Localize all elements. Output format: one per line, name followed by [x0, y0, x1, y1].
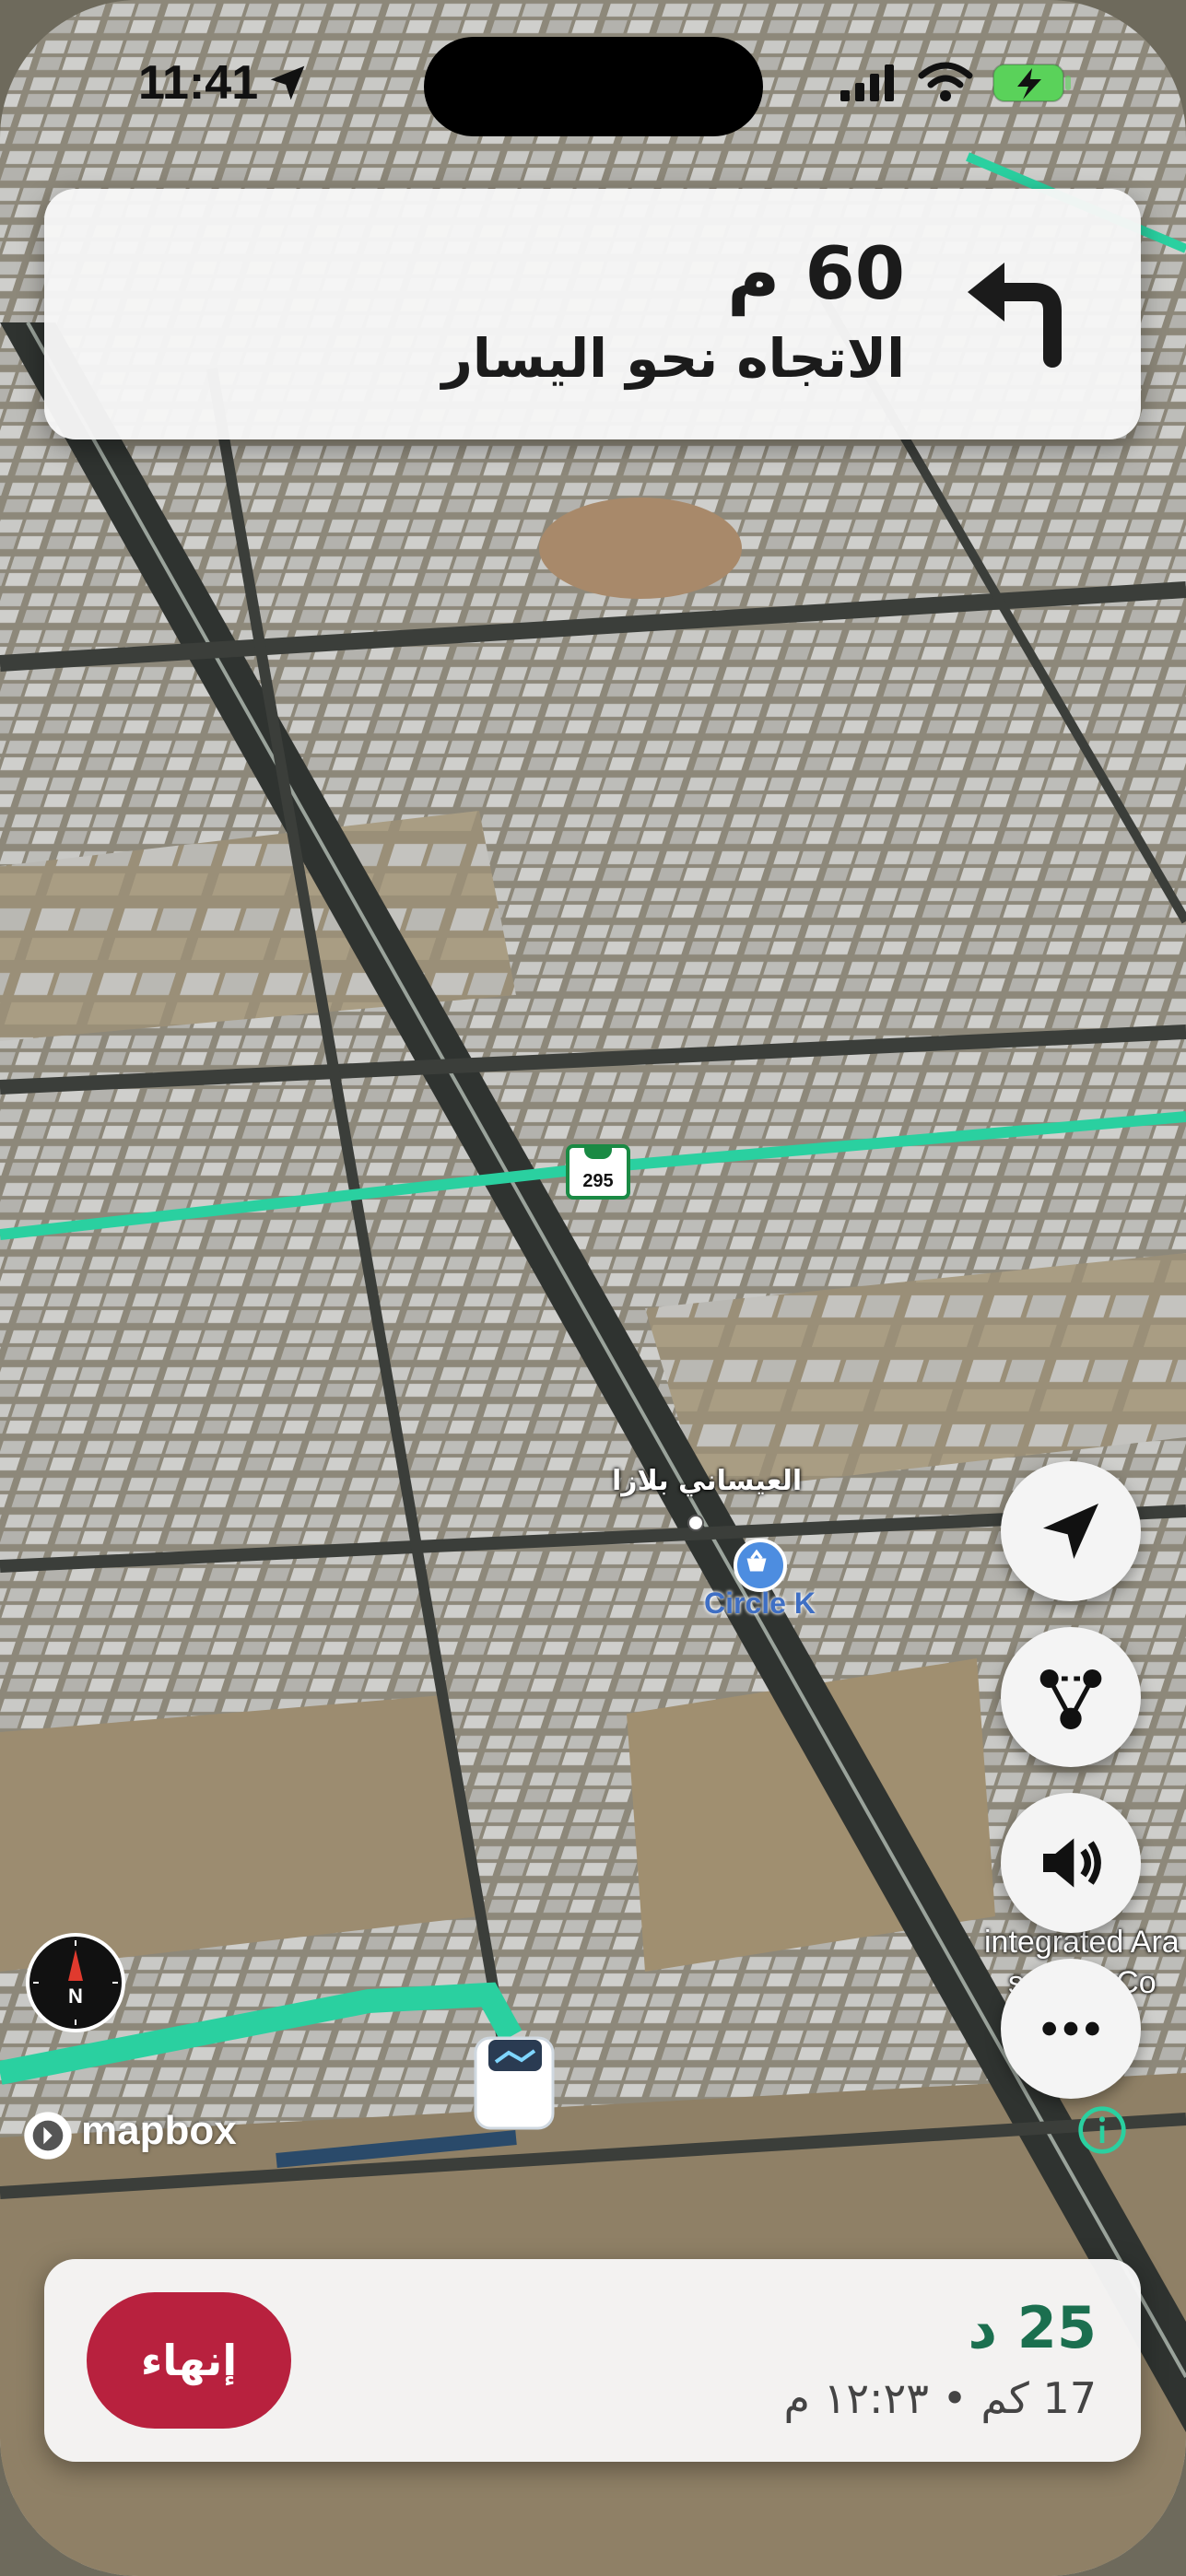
recenter-button[interactable]	[1001, 1461, 1141, 1601]
status-time: 11:41	[138, 56, 259, 110]
dynamic-island	[424, 37, 763, 136]
mapbox-text: mapbox	[81, 2108, 237, 2153]
status-bar: 11:41	[0, 0, 1186, 175]
poi-dot-icon[interactable]	[687, 1515, 704, 1531]
navigation-screen: 11:41 60 م الاتجاه نحو اليسار 295 العيسا…	[0, 0, 1186, 2576]
store-basket-icon[interactable]	[734, 1539, 787, 1592]
compass-north-label: N	[68, 1985, 83, 2008]
compass[interactable]: N	[26, 1933, 125, 2032]
trip-summary-panel: إنهاء 25 د 17 كم • ١٢:٢٣ م	[44, 2259, 1141, 2462]
instruction-banner[interactable]: 60 م الاتجاه نحو اليسار	[44, 189, 1141, 439]
store-label[interactable]: Circle K	[704, 1587, 816, 1621]
recenter-icon	[1043, 1504, 1098, 1559]
maneuver-instruction: الاتجاه نحو اليسار	[441, 327, 905, 390]
mapbox-logo-icon	[24, 2112, 72, 2160]
battery-charging-icon	[992, 64, 1071, 102]
poi-label[interactable]: العيساني بلازا	[612, 1465, 802, 1497]
signal-icon	[840, 64, 894, 101]
eta-minutes: 25 د	[968, 2294, 1097, 2361]
sound-button[interactable]	[1001, 1793, 1141, 1933]
end-navigation-button[interactable]: إنهاء	[87, 2292, 291, 2429]
maneuver-distance: 60 م	[727, 233, 905, 316]
eta-details: 17 كم • ١٢:٢٣ م	[783, 2373, 1098, 2423]
route-overview-icon	[1039, 1669, 1102, 1729]
wifi-icon	[918, 62, 973, 101]
mapbox-attribution[interactable]: mapbox	[22, 2108, 237, 2161]
vehicle-puck	[474, 2036, 555, 2130]
info-icon[interactable]	[1076, 2104, 1128, 2156]
location-arrow-icon	[270, 65, 305, 100]
turn-left-icon	[968, 263, 1062, 368]
sound-icon	[1043, 1838, 1101, 1888]
compass-needle-icon	[33, 1940, 118, 2025]
road-shield: 295	[566, 1144, 630, 1200]
more-icon	[1042, 2021, 1099, 2036]
route-overview-button[interactable]	[1001, 1627, 1141, 1767]
more-button[interactable]	[1001, 1959, 1141, 2099]
